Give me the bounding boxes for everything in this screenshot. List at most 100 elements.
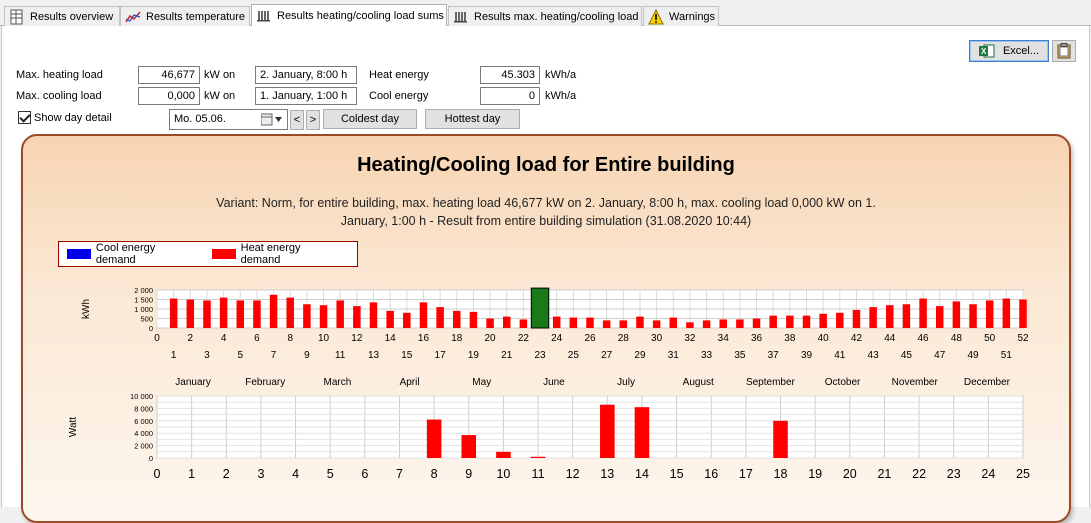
cool-energy-unit: kWh/a: [545, 90, 577, 102]
hourly-x-tick: 1: [188, 467, 195, 481]
hourly-x-tick: 0: [154, 467, 161, 481]
weekly-heat-bar: [886, 305, 894, 328]
weekly-heat-bar: [935, 306, 944, 328]
weekly-heat-bar: [952, 301, 961, 328]
weekly-heat-bar: [419, 302, 428, 328]
hourly-y-tick: 4 000: [134, 429, 153, 438]
weekly-x-tick: 20: [485, 333, 497, 344]
weekly-x-tick: 37: [768, 350, 780, 361]
weekly-x-tick: 17: [435, 350, 447, 361]
tab-warnings[interactable]: Warnings: [643, 6, 719, 26]
radiator-icon: [256, 8, 272, 24]
hourly-y-tick: 2 000: [134, 442, 153, 451]
weekly-x-tick: 34: [718, 333, 730, 344]
hourly-x-tick: 13: [600, 467, 614, 481]
max-cooling-load-value: 0,000: [138, 87, 200, 105]
weekly-x-tick: 38: [784, 333, 796, 344]
weekly-x-tick: 35: [734, 350, 746, 361]
weekly-x-tick: 2: [188, 333, 194, 344]
hourly-load-chart[interactable]: 02 0004 0006 0008 00010 000Watt0 1 2 3 4 5 6 7 8…: [23, 386, 1069, 486]
weekly-heat-bar: [336, 300, 344, 328]
weekly-heat-bar: [353, 306, 361, 328]
weekly-x-tick: 50: [984, 333, 996, 344]
weekly-heat-bar: [969, 304, 977, 328]
weekly-heat-bar: [303, 304, 311, 328]
hourly-x-tick: 9: [465, 467, 472, 481]
legend-swatch-cool: [67, 249, 91, 259]
copy-clipboard-button[interactable]: [1052, 40, 1076, 62]
weekly-heat-bar: [386, 310, 394, 328]
max-cooling-load-unit: kW on: [204, 90, 236, 102]
chart-legend: Cool energy demand Heat energy demand: [58, 241, 358, 267]
hourly-x-tick: 19: [808, 467, 822, 481]
hourly-y-tick: 10 000: [130, 392, 153, 401]
weekly-heat-bar: [1019, 299, 1027, 328]
weekly-x-tick: 10: [318, 333, 330, 344]
weekly-heat-bar: [719, 319, 727, 328]
weekly-heat-bar: [236, 300, 245, 328]
hourly-x-tick: 6: [361, 467, 368, 481]
next-day-button[interactable]: >: [306, 110, 320, 130]
hottest-day-button[interactable]: Hottest day: [425, 109, 520, 129]
excel-export-button[interactable]: X Excel...: [969, 40, 1049, 62]
weekly-heat-bar: [253, 300, 261, 328]
max-cooling-load-date: 1. January, 1:00 h: [255, 87, 357, 105]
weekly-x-tick: 9: [304, 350, 310, 361]
weekly-energy-chart[interactable]: 05001 0001 5002 000kWh0 2 4 6 8 10 12 14 16 18 20 2…: [23, 276, 1069, 396]
weekly-heat-bar: [186, 299, 195, 328]
tab-results-overview[interactable]: Results overview: [4, 6, 120, 26]
hourly-load-bar: [426, 419, 442, 458]
weekly-heat-bar: [169, 298, 178, 328]
heat-energy-unit: kWh/a: [545, 69, 577, 81]
weekly-x-tick: 7: [271, 350, 277, 361]
tab-results-heating-cooling-sums[interactable]: Results heating/cooling load sums: [251, 4, 447, 26]
hourly-load-bar: [496, 451, 511, 458]
weekly-heat-bar: [1002, 298, 1011, 328]
weekly-heat-bar: [636, 316, 644, 328]
weekly-heat-bar: [269, 294, 278, 328]
hourly-y-tick: 6 000: [134, 417, 153, 426]
weekly-y-tick: 0: [149, 324, 153, 333]
weekly-heat-bar: [319, 305, 328, 328]
weekly-x-tick: 16: [418, 333, 430, 344]
hourly-x-tick: 12: [566, 467, 580, 481]
show-day-detail-checkbox[interactable]: [18, 111, 31, 124]
excel-icon: X: [978, 44, 995, 58]
weekly-x-tick: 41: [834, 350, 846, 361]
weekly-x-tick: 49: [967, 350, 979, 361]
weekly-x-tick: 27: [601, 350, 613, 361]
hourly-y-tick: 0: [149, 454, 153, 463]
weekly-heat-bar: [519, 319, 528, 328]
chart-container: Heating/Cooling load for Entire building…: [21, 134, 1071, 523]
weekly-heat-bar: [786, 315, 794, 328]
weekly-heat-bar: [219, 297, 228, 328]
weekly-x-tick: 15: [401, 350, 413, 361]
weekly-x-tick: 24: [551, 333, 563, 344]
weekly-x-tick: 45: [901, 350, 913, 361]
calendar-dropdown-icon[interactable]: [260, 113, 283, 133]
weekly-y-tick: 500: [140, 315, 153, 324]
weekly-heat-bar: [453, 310, 461, 328]
tab-bar: Results overview Results temperature Res…: [0, 0, 1091, 26]
weekly-x-tick: 8: [287, 333, 293, 344]
weekly-y-tick: 1 500: [134, 296, 153, 305]
weekly-x-tick: 18: [451, 333, 463, 344]
tab-results-temperature[interactable]: Results temperature: [120, 6, 250, 26]
hourly-x-tick: 3: [257, 467, 264, 481]
weekly-heat-bar: [919, 298, 927, 328]
tab-results-max-heating-cooling-load[interactable]: Results max. heating/cooling load: [448, 6, 642, 26]
day-date-picker[interactable]: Mo. 05.06.: [169, 109, 288, 130]
weekly-heat-bar: [736, 319, 744, 328]
radiator-icon: [453, 9, 469, 25]
hourly-x-tick: 16: [704, 467, 718, 481]
weekly-heat-bar: [569, 317, 578, 328]
hourly-x-tick: 22: [912, 467, 926, 481]
hourly-load-bar: [634, 407, 650, 458]
weekly-x-tick: 11: [335, 350, 346, 361]
hourly-load-bar: [600, 404, 615, 458]
previous-day-button[interactable]: <: [290, 110, 304, 130]
coldest-day-button[interactable]: Coldest day: [323, 109, 417, 129]
weekly-heat-bar: [619, 320, 628, 328]
weekly-heat-bar: [769, 315, 777, 328]
hourly-x-tick: 20: [843, 467, 857, 481]
